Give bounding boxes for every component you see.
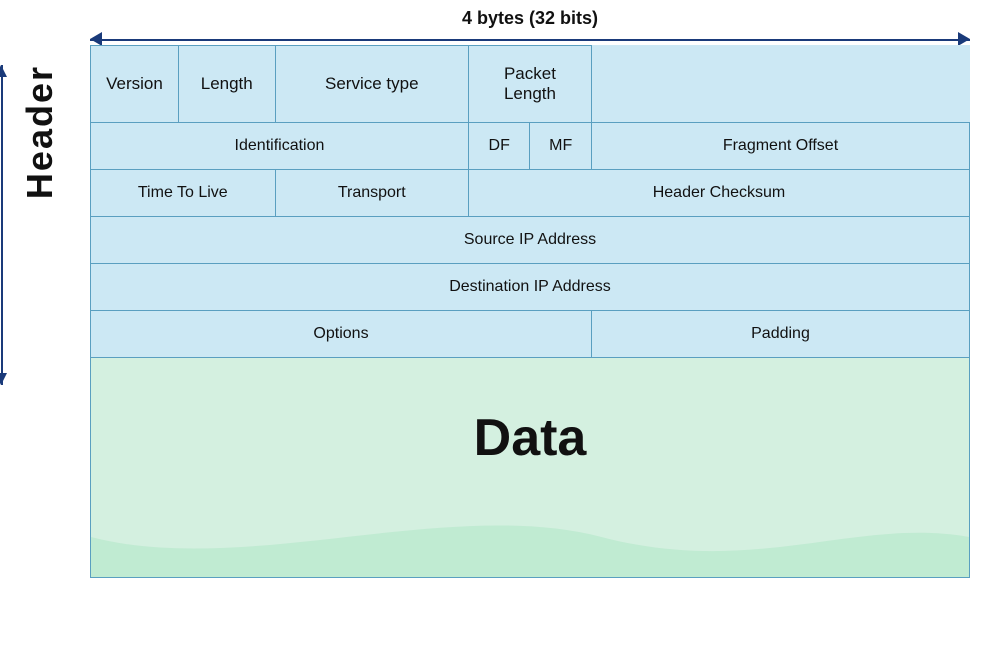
wave-decoration	[91, 497, 969, 577]
table-row: Destination IP Address	[91, 264, 970, 311]
cell-transport: Transport	[275, 170, 468, 217]
header-arrow: Header 24 bytes	[19, 65, 61, 385]
table-row: Source IP Address	[91, 217, 970, 264]
cell-identification: Identification	[91, 123, 469, 170]
header-vertical-line	[1, 65, 3, 385]
header-table: Version Length Service type Packet Lengt…	[90, 45, 970, 358]
top-arrow-container: 4 bytes (32 bits)	[90, 8, 970, 47]
cell-header-checksum: Header Checksum	[468, 170, 969, 217]
cell-dest-ip: Destination IP Address	[91, 264, 970, 311]
table-row: Options Padding	[91, 311, 970, 358]
table-row: Identification DF MF Fragment Offset	[91, 123, 970, 170]
header-label: Header	[19, 65, 61, 199]
cell-version: Version	[91, 46, 179, 123]
cell-ttl: Time To Live	[91, 170, 276, 217]
cell-length: Length	[178, 46, 275, 123]
main-container: 4 bytes (32 bits) Header 24 bytes Versio…	[0, 0, 1000, 661]
cell-fragment-offset: Fragment Offset	[591, 123, 969, 170]
top-label: 4 bytes (32 bits)	[462, 8, 598, 29]
data-label: Data	[91, 358, 969, 468]
header-arrow-up-icon	[0, 65, 7, 77]
table-row: Version Length Service type Packet Lengt…	[91, 46, 970, 123]
cell-source-ip: Source IP Address	[91, 217, 970, 264]
cell-service-type: Service type	[275, 46, 468, 123]
cell-options: Options	[91, 311, 592, 358]
cell-mf: MF	[530, 123, 592, 170]
arrow-left-icon	[90, 32, 102, 46]
cell-df: DF	[468, 123, 530, 170]
cell-packet-length: Packet Length	[468, 46, 591, 123]
left-label-container: Header 24 bytes	[0, 50, 80, 400]
diagram-area: Version Length Service type Packet Lengt…	[90, 45, 970, 578]
header-arrow-down-icon	[0, 373, 7, 385]
cell-padding: Padding	[591, 311, 969, 358]
data-area: Data	[90, 358, 970, 578]
arrow-right-icon	[958, 32, 970, 46]
table-row: Time To Live Transport Header Checksum	[91, 170, 970, 217]
